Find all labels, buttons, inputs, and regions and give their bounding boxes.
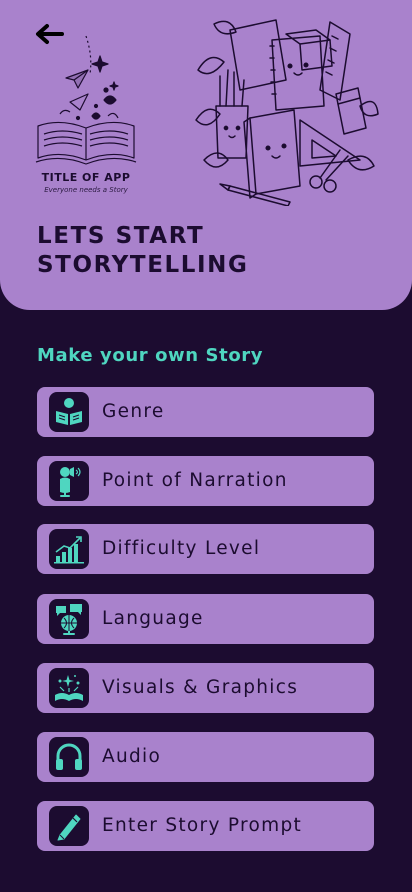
icon-box (49, 599, 89, 639)
book-reader-icon (56, 398, 82, 425)
option-genre[interactable]: Genre (37, 387, 374, 437)
icon-box (49, 529, 89, 569)
icon-box (49, 461, 89, 501)
option-language[interactable]: Language (37, 594, 374, 644)
option-label: Enter Story Prompt (102, 815, 303, 836)
option-label: Difficulty Level (102, 538, 261, 559)
storybook-logo-illustration (35, 35, 137, 165)
option-label: Visuals & Graphics (102, 677, 299, 698)
logo-title: TITLE OF APP (41, 171, 131, 184)
icon-box (49, 392, 89, 432)
option-difficulty-level[interactable]: Difficulty Level (37, 524, 374, 574)
icon-box (49, 737, 89, 777)
logo-tagline: Everyone needs a Story (44, 186, 128, 194)
globe-speech-icon (56, 604, 82, 635)
microphone-person-icon (60, 467, 81, 497)
icon-box (49, 668, 89, 708)
stationery-doodle-illustration (195, 19, 379, 206)
header-panel: TITLE OF APP Everyone needs a Story LETS… (0, 0, 412, 310)
option-point-of-narration[interactable]: Point of Narration (37, 456, 374, 506)
option-enter-story-prompt[interactable]: Enter Story Prompt (37, 801, 374, 851)
option-label: Language (102, 608, 204, 629)
option-label: Audio (102, 746, 162, 767)
pencil-icon (57, 814, 81, 841)
section-heading: Make your own Story (37, 345, 264, 366)
option-label: Genre (102, 401, 165, 422)
option-visuals-graphics[interactable]: Visuals & Graphics (37, 663, 374, 713)
page-title-line-1: LETS START (37, 223, 205, 249)
page-title-line-2: STORYTELLING (37, 252, 249, 278)
icon-box (49, 806, 89, 846)
option-audio[interactable]: Audio (37, 732, 374, 782)
page-title: LETS START STORYTELLING (37, 222, 249, 280)
option-label: Point of Narration (102, 470, 288, 491)
growth-chart-icon (54, 536, 84, 564)
open-book-sparkle-icon (55, 675, 83, 701)
headphones-icon (56, 743, 82, 770)
